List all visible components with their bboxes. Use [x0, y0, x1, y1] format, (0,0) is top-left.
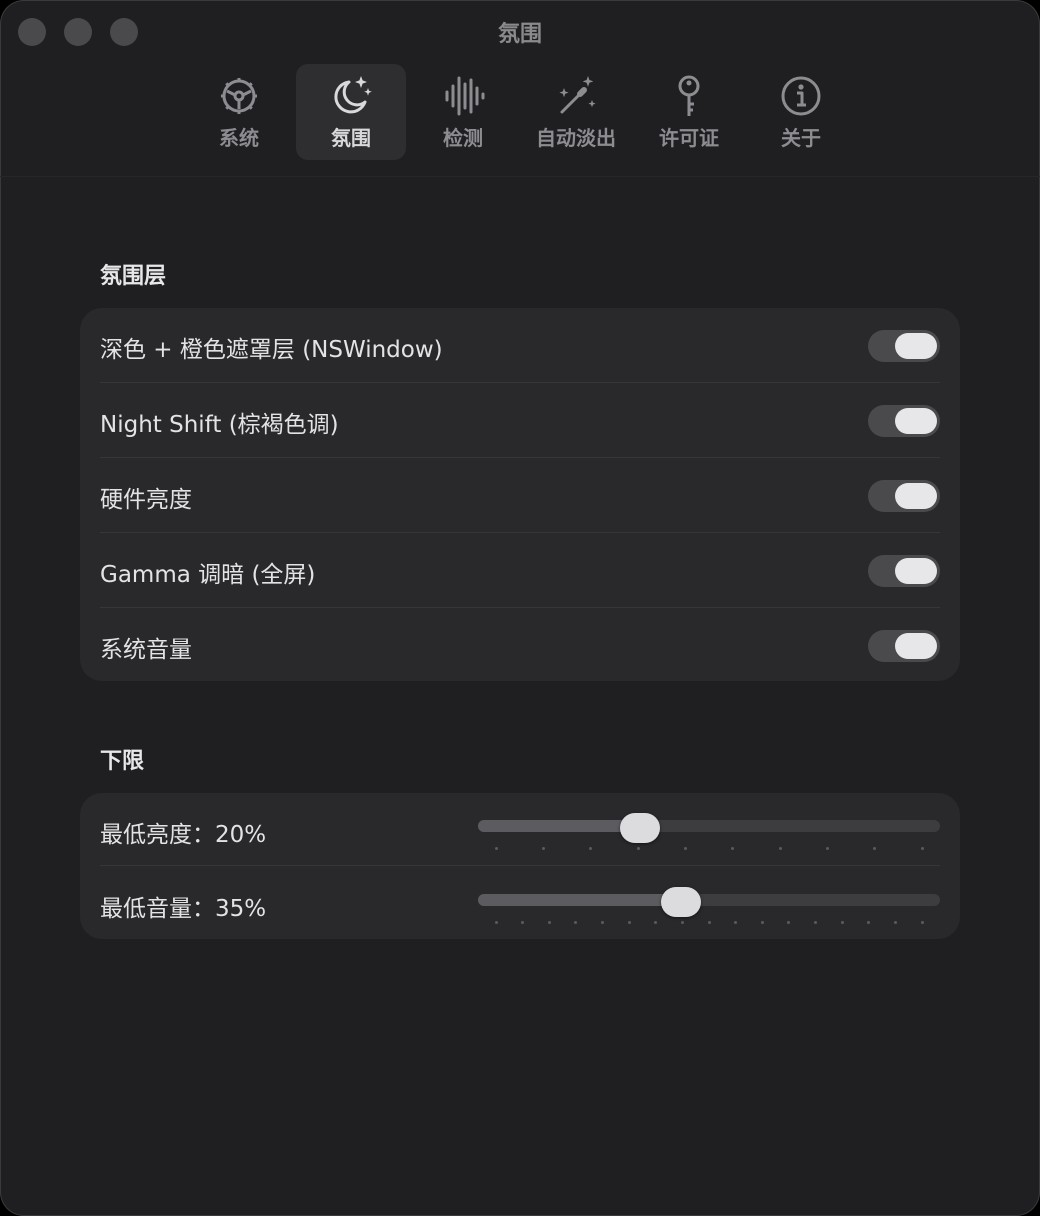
tab-label: 氛围 [331, 126, 371, 150]
slider-tick [636, 847, 640, 850]
min-brightness-slider[interactable] [478, 813, 940, 853]
tab-label: 许可证 [659, 126, 719, 150]
slider-tick [494, 921, 498, 924]
layer-label: 深色 + 橙色遮罩层 (NSWindow) [100, 337, 443, 363]
slider-tick [680, 921, 684, 924]
night-shift-toggle[interactable] [868, 405, 940, 437]
slider-tick [840, 921, 844, 924]
slider-tick [787, 921, 791, 924]
toggle-knob [895, 558, 937, 584]
tab-label: 系统 [219, 126, 259, 150]
limit-row-brightness: 最低亮度：20% [100, 793, 940, 868]
slider-tick [601, 921, 604, 924]
layer-label: 系统音量 [100, 637, 192, 663]
slider-tick [494, 847, 498, 850]
tab-label: 自动淡出 [536, 126, 616, 150]
gamma-toggle[interactable] [868, 555, 940, 587]
tab-detection[interactable]: 检测 [408, 64, 518, 160]
settings-window: 氛围 系统 氛围 检测 自动淡出 许可证 关于 氛围层 深色 + 橙色遮罩层 (… [0, 0, 1040, 1216]
tab-about[interactable]: 关于 [746, 64, 856, 160]
slider-tick [683, 847, 687, 850]
layer-row-hardware-brightness: 硬件亮度 [100, 458, 940, 533]
slider-tick [867, 921, 871, 924]
tab-auto-fade[interactable]: 自动淡出 [520, 64, 632, 160]
layer-row-overlay: 深色 + 橙色遮罩层 (NSWindow) [100, 308, 940, 383]
title-bar: 氛围 [0, 0, 1040, 64]
slider-thumb[interactable] [619, 813, 660, 843]
slider-tick [825, 847, 829, 850]
key-icon [678, 75, 700, 116]
slider-tick [521, 921, 525, 924]
tab-ambience[interactable]: 氛围 [296, 64, 406, 160]
slider-tick [541, 847, 545, 850]
slider-tick [654, 921, 658, 924]
slider-tick [547, 921, 551, 924]
slider-tick [778, 847, 782, 850]
limits-group: 最低亮度：20% 最低音量：35% [80, 793, 960, 939]
toggle-knob [895, 408, 937, 434]
slider-tick [589, 847, 593, 850]
preferences-toolbar: 系统 氛围 检测 自动淡出 许可证 关于 [0, 64, 1040, 177]
waveform-icon [445, 76, 485, 116]
window-title: 氛围 [497, 22, 542, 47]
layer-row-gamma: Gamma 调暗 (全屏) [100, 533, 940, 608]
layers-section-title: 氛围层 [100, 264, 167, 289]
slider-tick [760, 921, 764, 924]
moon-stars-icon [334, 76, 372, 114]
slider-tick [893, 921, 897, 924]
slider-tick [873, 847, 877, 850]
slider-thumb[interactable] [661, 887, 702, 917]
layer-label: 硬件亮度 [100, 487, 192, 513]
toggle-knob [895, 633, 937, 659]
slider-tick [731, 847, 735, 850]
slider-tick [627, 921, 631, 924]
limit-label: 最低音量：35% [100, 896, 267, 922]
limit-label: 最低亮度：20% [100, 822, 267, 848]
magic-wand-icon [559, 76, 596, 114]
slider-fill [478, 894, 682, 906]
gear-steering-icon [221, 78, 257, 114]
tab-license[interactable]: 许可证 [634, 64, 744, 160]
row-separator [100, 865, 940, 866]
slider-tick [707, 921, 711, 924]
hardware-brightness-toggle[interactable] [868, 480, 940, 512]
min-volume-slider[interactable] [478, 887, 940, 927]
tab-label: 检测 [443, 126, 483, 150]
slider-tick [920, 921, 924, 924]
layer-label: Gamma 调暗 (全屏) [100, 562, 316, 588]
overlay-toggle[interactable] [868, 330, 940, 362]
info-icon [781, 76, 821, 116]
slider-tick [814, 921, 817, 924]
limit-row-volume: 最低音量：35% [100, 867, 940, 942]
layer-row-night-shift: Night Shift (棕褐色调) [100, 383, 940, 458]
toggle-knob [895, 333, 937, 359]
slider-tick [920, 847, 924, 850]
slider-fill [478, 820, 640, 832]
layers-group: 深色 + 橙色遮罩层 (NSWindow) Night Shift (棕褐色调)… [80, 308, 960, 681]
tab-system[interactable]: 系统 [184, 64, 294, 160]
layer-row-system-volume: 系统音量 [100, 608, 940, 683]
limits-section-title: 下限 [100, 749, 145, 774]
slider-tick [734, 921, 738, 924]
layer-label: Night Shift (棕褐色调) [100, 412, 339, 438]
system-volume-toggle[interactable] [868, 630, 940, 662]
slider-tick [574, 921, 578, 924]
tab-label: 关于 [781, 126, 821, 150]
toggle-knob [895, 483, 937, 509]
